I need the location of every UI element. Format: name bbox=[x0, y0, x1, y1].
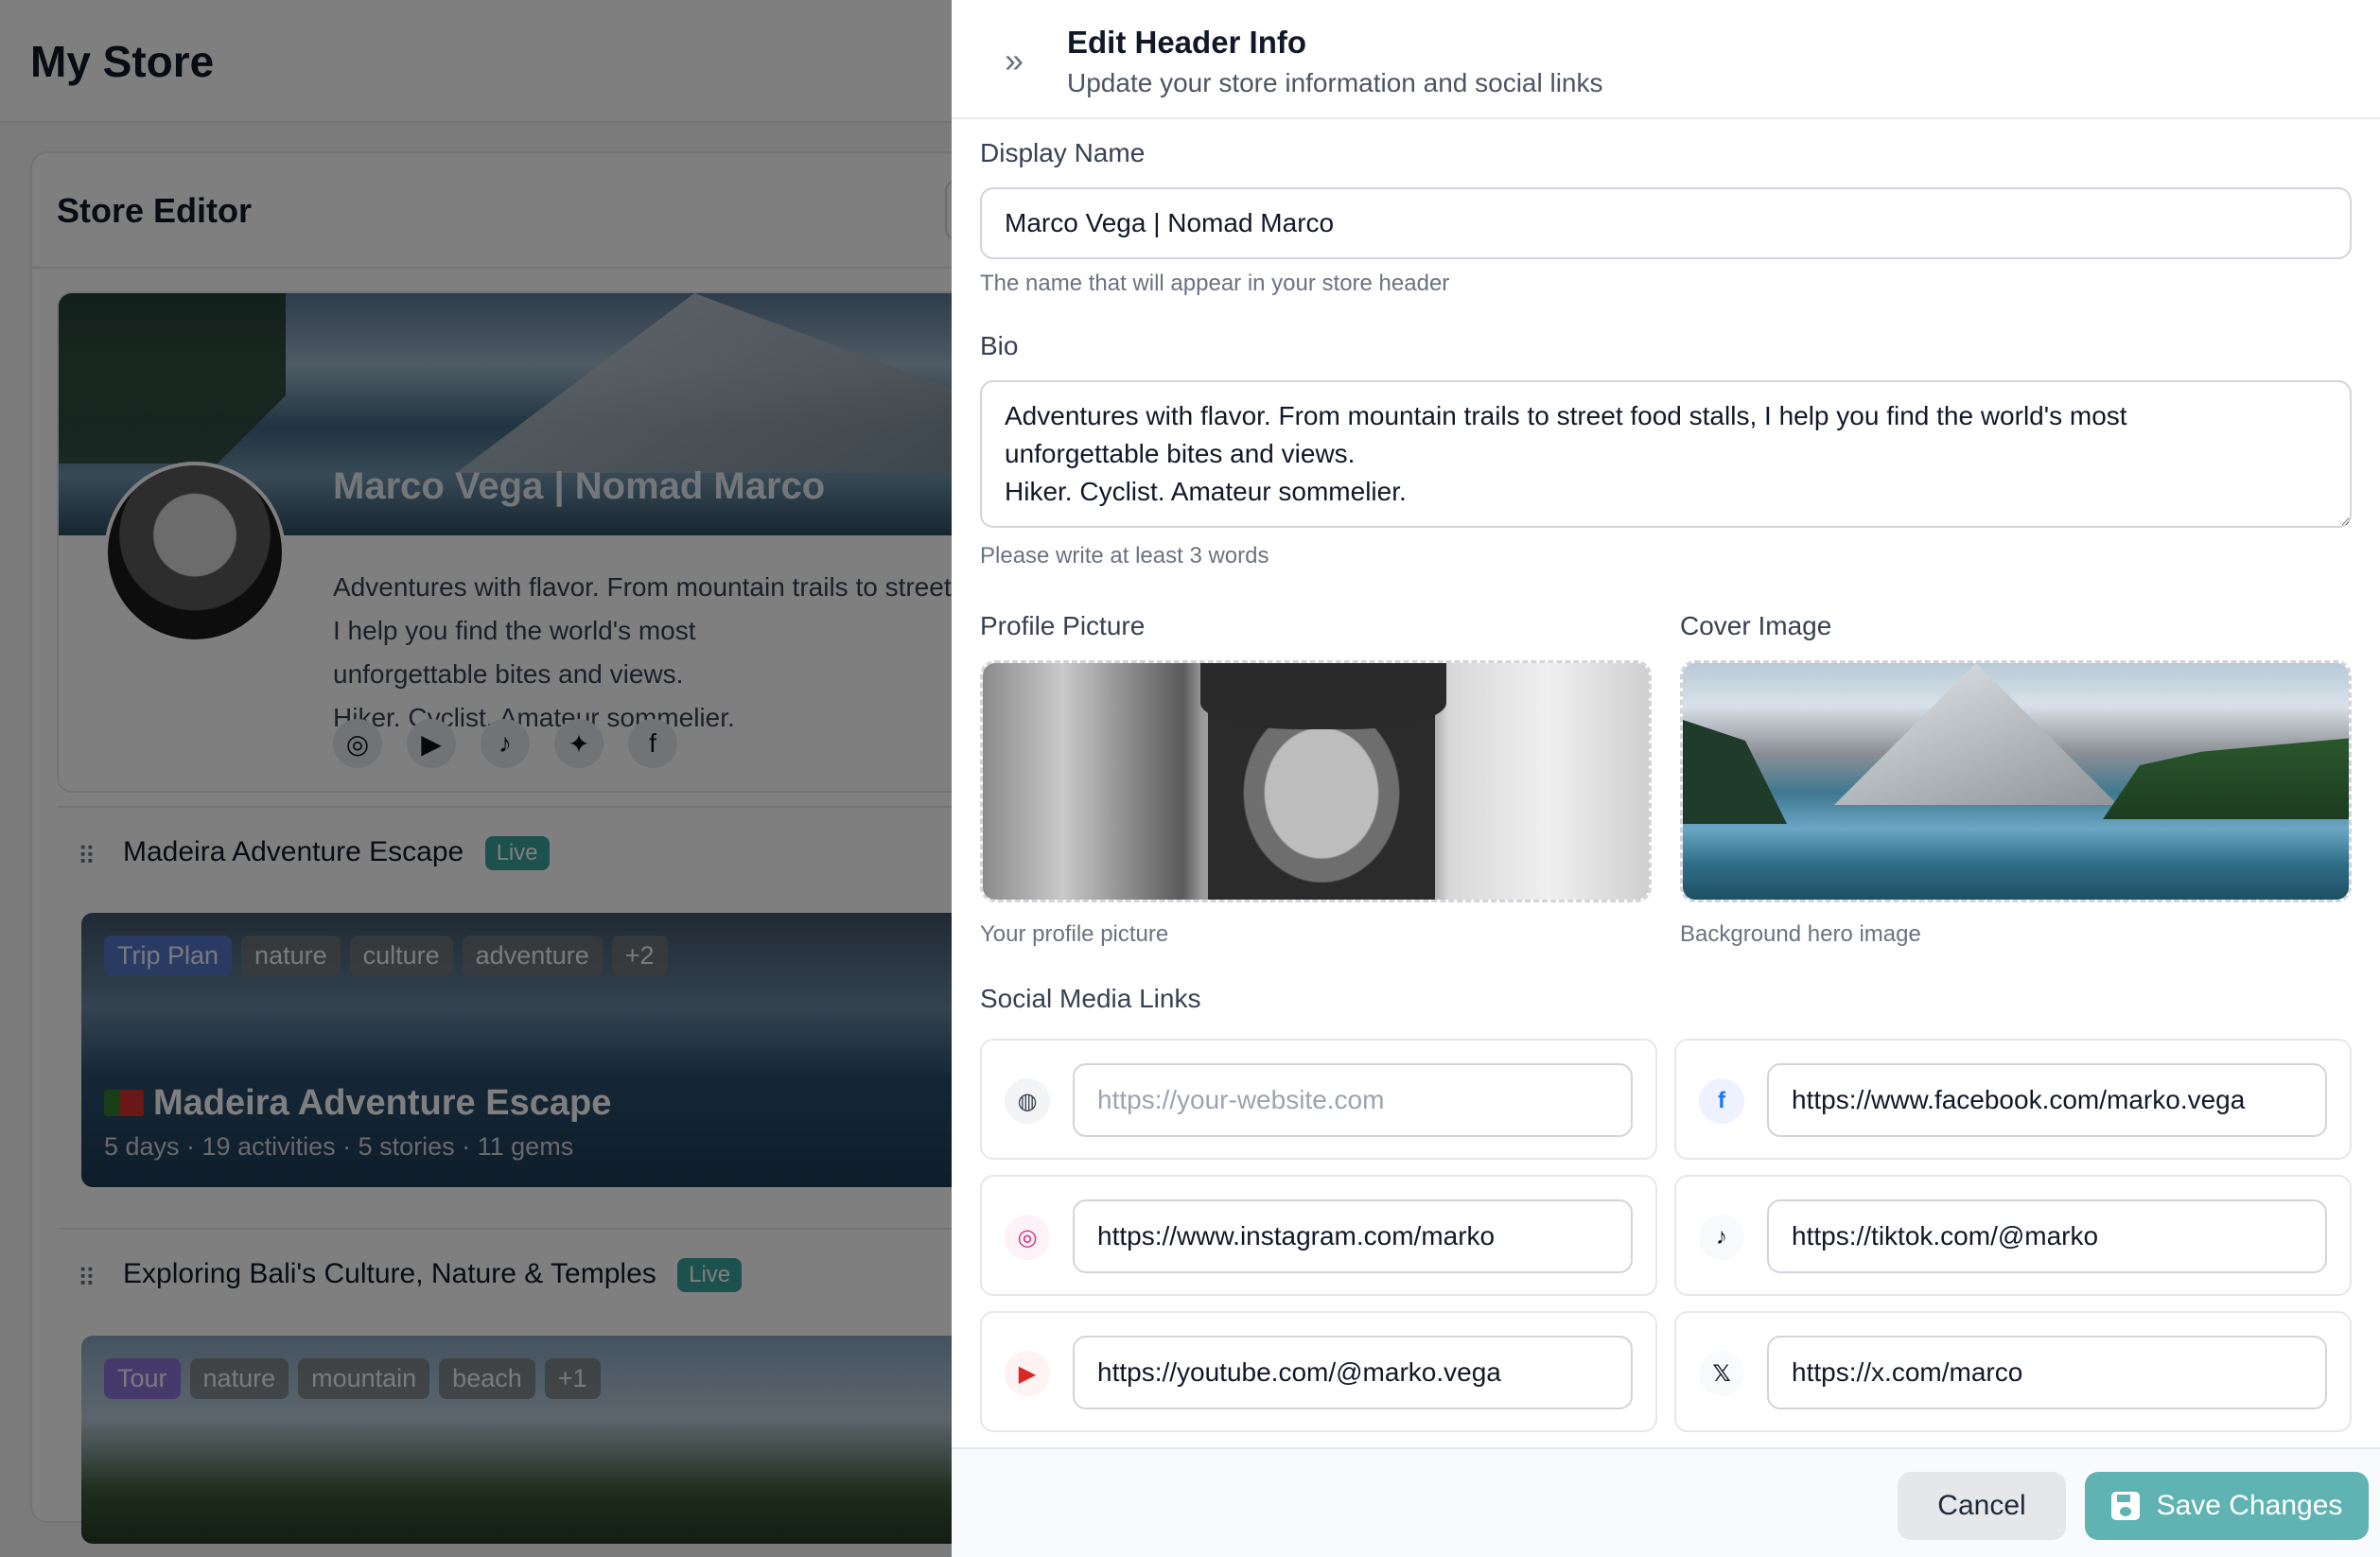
profile-picture-preview bbox=[983, 663, 1649, 900]
panel-subtitle: Update your store information and social… bbox=[1067, 68, 1603, 97]
bio-help: Please write at least 3 words bbox=[980, 543, 1269, 569]
instagram-icon: ◎ bbox=[1005, 1215, 1050, 1260]
profile-picture-label: Profile Picture bbox=[980, 611, 1146, 640]
facebook-icon: f bbox=[1699, 1078, 1744, 1124]
social-link-instagram: ◎ bbox=[980, 1175, 1657, 1296]
save-changes-label: Save Changes bbox=[2156, 1490, 2343, 1521]
social-link-x: 𝕏 bbox=[1674, 1311, 2352, 1432]
chevrons-right-icon: » bbox=[1004, 41, 1024, 79]
cancel-button[interactable]: Cancel bbox=[1898, 1472, 2066, 1540]
website-input[interactable] bbox=[1073, 1063, 1633, 1137]
social-link-tiktok: ♪ bbox=[1674, 1175, 2352, 1296]
panel-footer: Cancel Save Changes bbox=[952, 1447, 2380, 1557]
facebook-input[interactable] bbox=[1767, 1063, 2327, 1137]
bio-label: Bio bbox=[980, 331, 1019, 360]
panel-header: » Edit Header Info Update your store inf… bbox=[952, 0, 2380, 119]
collapse-panel-button[interactable]: » bbox=[993, 40, 1035, 81]
edit-header-panel: » Edit Header Info Update your store inf… bbox=[952, 0, 2380, 1557]
display-name-help: The name that will appear in your store … bbox=[980, 271, 1450, 296]
bio-textarea[interactable]: Adventures with flavor. From mountain tr… bbox=[980, 380, 2352, 528]
x-input[interactable] bbox=[1767, 1336, 2327, 1409]
social-links-label: Social Media Links bbox=[980, 984, 1201, 1013]
save-changes-button[interactable]: Save Changes bbox=[2085, 1472, 2369, 1540]
cover-mountain bbox=[1834, 663, 2118, 805]
youtube-icon: ▶ bbox=[1005, 1351, 1050, 1396]
floppy-disk-icon bbox=[2110, 1492, 2140, 1520]
tiktok-icon: ♪ bbox=[1699, 1215, 1744, 1260]
display-name-label: Display Name bbox=[980, 138, 1146, 167]
cover-trees-right bbox=[2103, 738, 2349, 819]
tiktok-input[interactable] bbox=[1767, 1199, 2327, 1273]
x-icon: 𝕏 bbox=[1699, 1351, 1744, 1396]
cover-image-label: Cover Image bbox=[1680, 611, 1832, 640]
instagram-input[interactable] bbox=[1073, 1199, 1633, 1273]
hair-shape bbox=[1200, 663, 1446, 729]
social-link-youtube: ▶ bbox=[980, 1311, 1657, 1432]
cover-image-preview bbox=[1683, 663, 2349, 900]
profile-picture-help: Your profile picture bbox=[980, 921, 1169, 947]
cover-image-upload[interactable] bbox=[1680, 660, 2352, 902]
social-link-facebook: f bbox=[1674, 1039, 2352, 1160]
modal-overlay[interactable] bbox=[0, 0, 952, 1557]
youtube-input[interactable] bbox=[1073, 1336, 1633, 1409]
cover-trees-left bbox=[1683, 720, 1787, 824]
social-link-website: ◍ bbox=[980, 1039, 1657, 1160]
cover-image-help: Background hero image bbox=[1680, 921, 1921, 947]
globe-icon: ◍ bbox=[1005, 1078, 1050, 1124]
profile-picture-upload[interactable] bbox=[980, 660, 1652, 902]
panel-title: Edit Header Info bbox=[1067, 25, 1307, 60]
display-name-input[interactable] bbox=[980, 187, 2352, 259]
